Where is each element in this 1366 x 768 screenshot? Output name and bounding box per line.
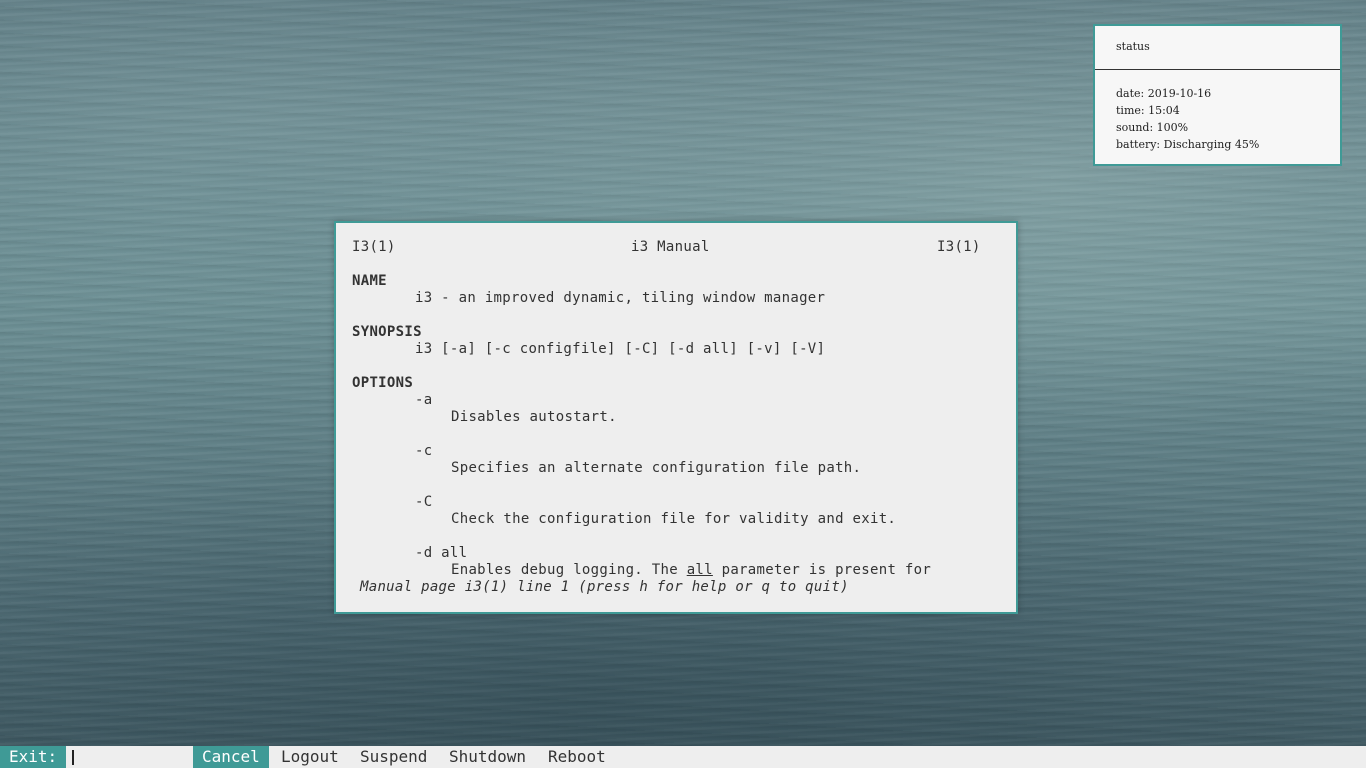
option-flag: -c: [415, 443, 433, 459]
terminal-window[interactable]: I3(1) i3 Manual I3(1) NAME i3 - an impro…: [334, 221, 1018, 614]
status-separator: [1095, 69, 1340, 70]
desktop-wallpaper: status date: 2019-10-16 time: 15:04 soun…: [0, 0, 1366, 768]
status-lines: date: 2019-10-16 time: 15:04 sound: 100%…: [1116, 85, 1259, 153]
synopsis-text: i3 [-a] [-c configfile] [-C] [-d all] [-…: [415, 341, 826, 357]
exit-prompt-label: Exit:: [0, 746, 67, 768]
text-cursor: [72, 750, 74, 765]
status-sound: sound: 100%: [1116, 121, 1189, 134]
option-description: Disables autostart.: [451, 409, 617, 425]
logout-option[interactable]: Logout: [272, 746, 348, 768]
desc-underlined-term: all: [686, 562, 713, 578]
section-synopsis-heading: SYNOPSIS: [352, 324, 422, 340]
option-flag: -d all: [415, 545, 468, 561]
man-header-left: I3(1): [352, 239, 396, 255]
option-description: Enables debug logging. The all parameter…: [451, 562, 931, 579]
shutdown-option[interactable]: Shutdown: [440, 746, 535, 768]
option-description: Specifies an alternate configuration fil…: [451, 460, 862, 476]
status-window: status date: 2019-10-16 time: 15:04 soun…: [1093, 24, 1342, 166]
man-header-right: I3(1): [937, 239, 981, 255]
suspend-option[interactable]: Suspend: [351, 746, 436, 768]
reboot-option[interactable]: Reboot: [539, 746, 615, 768]
man-header-title: i3 Manual: [631, 239, 710, 255]
exit-input-field[interactable]: [66, 746, 192, 768]
option-flag: -a: [415, 392, 433, 408]
status-battery: battery: Discharging 45%: [1116, 138, 1260, 151]
option-description: Check the configuration file for validit…: [451, 511, 897, 527]
status-time: time: 15:04: [1116, 104, 1180, 117]
exit-bar: Exit: Cancel Logout Suspend Shutdown Reb…: [0, 746, 1366, 768]
option-flag: -C: [415, 494, 433, 510]
status-date: date: 2019-10-16: [1116, 87, 1212, 100]
status-title: status: [1116, 40, 1150, 53]
name-text: i3 - an improved dynamic, tiling window …: [415, 290, 826, 306]
desc-suffix: parameter is present for: [712, 562, 932, 578]
section-name-heading: NAME: [352, 273, 387, 289]
pager-status-line: Manual page i3(1) line 1 (press h for he…: [360, 579, 849, 595]
cancel-option[interactable]: Cancel: [193, 746, 269, 768]
desc-prefix: Enables debug logging. The: [451, 562, 687, 578]
section-options-heading: OPTIONS: [352, 375, 414, 391]
